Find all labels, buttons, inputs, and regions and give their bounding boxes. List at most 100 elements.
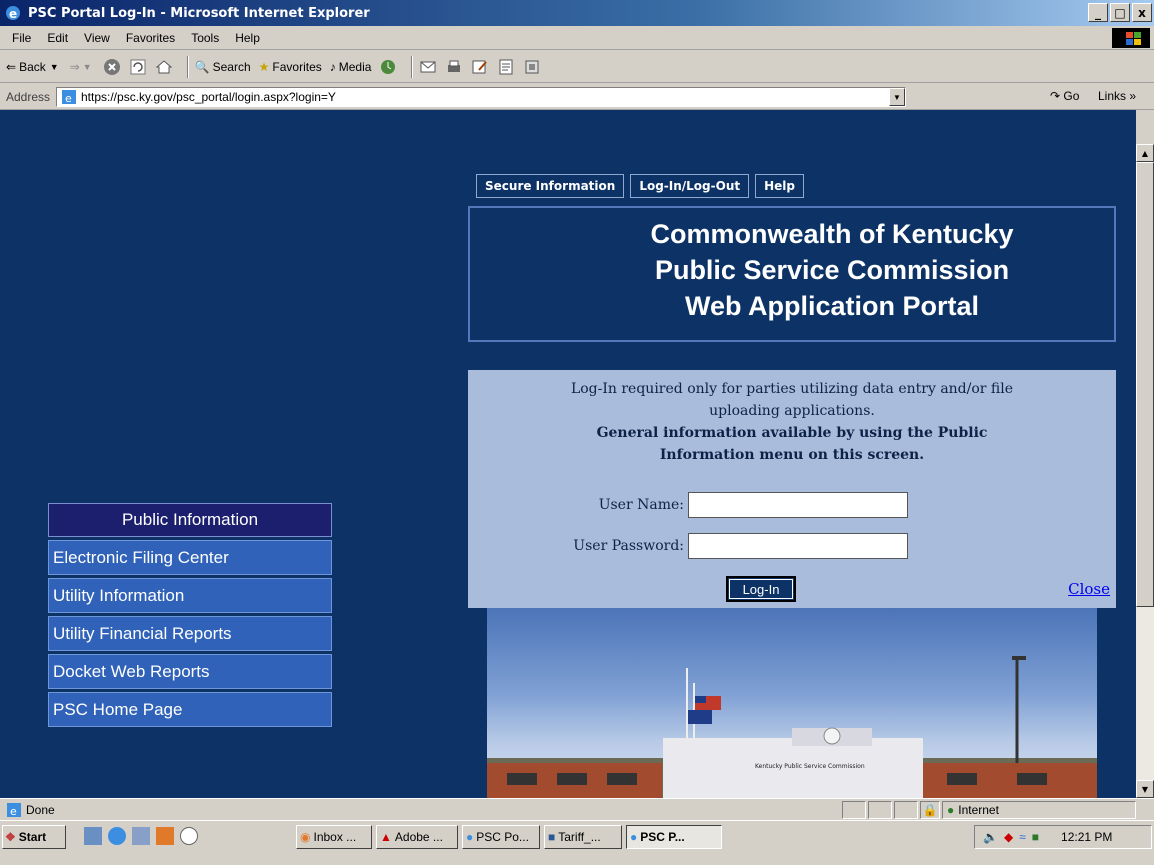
task-psc-active[interactable]: ● PSC P...	[626, 825, 722, 849]
status-text: Done	[26, 802, 55, 817]
login-note-line-2: uploading applications.	[709, 403, 875, 419]
quicklaunch-ie-icon[interactable]	[108, 827, 126, 845]
search-label: Search	[212, 59, 251, 74]
address-input[interactable]: e https://psc.ky.gov/psc_portal/login.as…	[56, 87, 906, 107]
left-nav-psc-home-page[interactable]: PSC Home Page	[48, 692, 332, 727]
discuss-icon[interactable]	[497, 58, 515, 76]
go-button[interactable]: ↷ Go	[1050, 89, 1079, 103]
back-dropdown-icon: ▼	[49, 61, 59, 72]
menu-view[interactable]: View	[76, 31, 118, 45]
network-icon[interactable]: ≈	[1019, 830, 1026, 844]
toolbar-separator	[411, 55, 414, 78]
outlook-icon: ◉	[300, 830, 311, 844]
back-button[interactable]: ⇐ Back ▼	[6, 60, 62, 74]
edit-icon[interactable]	[471, 58, 489, 76]
menu-help[interactable]: Help	[227, 31, 268, 45]
media-label: Media	[338, 59, 372, 74]
security-zone: ● Internet	[942, 801, 1136, 819]
close-window-button[interactable]: x	[1132, 3, 1152, 22]
volume-icon[interactable]: 🔈	[983, 830, 998, 844]
print-icon[interactable]	[445, 58, 463, 76]
login-info-bold: General information available by using t…	[468, 422, 1116, 466]
nav-secure-information[interactable]: Secure Information	[476, 174, 625, 198]
menu-bar: File Edit View Favorites Tools Help	[0, 26, 1154, 50]
favorites-label: Favorites	[272, 59, 322, 74]
address-label: Address	[6, 89, 51, 104]
messenger-icon[interactable]	[523, 58, 541, 76]
taskbar: ❖ Start ◉ Inbox ... ▲ Adobe ... ● PSC Po…	[0, 820, 1154, 865]
left-nav-utility-financial-reports[interactable]: Utility Financial Reports	[48, 616, 332, 651]
address-dropdown-icon[interactable]: ▼	[889, 88, 905, 106]
task-inbox[interactable]: ◉ Inbox ...	[296, 825, 372, 849]
links-button[interactable]: Links »	[1098, 89, 1136, 103]
quicklaunch-outlook-icon[interactable]	[156, 827, 174, 845]
task-psc-active-label: PSC P...	[640, 830, 685, 844]
header-line-1: Commonwealth of Kentucky	[650, 219, 1014, 249]
update-icon[interactable]: ■	[1032, 830, 1039, 844]
nav-login-logout[interactable]: Log-In/Log-Out	[630, 174, 750, 198]
mail-icon[interactable]	[419, 58, 437, 76]
links-label: Links	[1098, 89, 1127, 103]
left-nav-header[interactable]: Public Information	[48, 503, 332, 537]
building-illustration: Kentucky Public Service Commission	[487, 656, 1097, 798]
ie-icon: ●	[630, 830, 638, 844]
header-line-2: Public Service Commission	[654, 255, 1010, 285]
menu-edit[interactable]: Edit	[39, 31, 76, 45]
minimize-button[interactable]: _	[1088, 3, 1108, 22]
task-psc-portal-label: PSC Po...	[476, 830, 529, 844]
login-bold-line-2: Information menu on this screen.	[659, 447, 925, 463]
start-label: Start	[18, 830, 47, 844]
forward-button[interactable]: ⇒ ▼	[70, 60, 95, 74]
quicklaunch-desktop-icon[interactable]	[84, 827, 102, 845]
close-link[interactable]: Close	[1068, 580, 1110, 598]
history-icon[interactable]	[379, 58, 397, 76]
menu-favorites[interactable]: Favorites	[118, 31, 183, 45]
maximize-button[interactable]: □	[1110, 3, 1130, 22]
svg-text:e: e	[10, 805, 17, 818]
scroll-up-icon[interactable]: ▲	[1136, 144, 1154, 162]
clock: 12:21 PM	[1061, 830, 1113, 844]
lock-icon: 🔒	[920, 801, 940, 819]
media-button[interactable]: ♪ Media	[330, 60, 372, 74]
login-bold-line-1: General information available by using t…	[596, 425, 988, 441]
password-input[interactable]	[688, 533, 908, 559]
favorites-star-icon: ★	[258, 59, 270, 74]
favorites-button[interactable]: ★ Favorites	[259, 60, 322, 74]
window-title-bar: e PSC Portal Log-In - Microsoft Internet…	[0, 0, 1154, 26]
portal-header: Commonwealth of Kentucky Public Service …	[468, 206, 1116, 342]
refresh-icon[interactable]	[129, 58, 147, 76]
left-nav-utility-information[interactable]: Utility Information	[48, 578, 332, 613]
menu-tools[interactable]: Tools	[183, 31, 227, 45]
windows-logo-icon	[1112, 28, 1150, 48]
quicklaunch-media-icon[interactable]	[180, 827, 198, 845]
address-bar: Address e https://psc.ky.gov/psc_portal/…	[0, 84, 1154, 110]
stop-icon[interactable]	[103, 58, 121, 76]
back-arrow-icon: ⇐	[6, 59, 17, 74]
login-button[interactable]: Log-In	[726, 576, 796, 602]
task-psc-portal[interactable]: ● PSC Po...	[462, 825, 540, 849]
password-label: User Password:	[573, 538, 684, 554]
task-tariff-label: Tariff_...	[558, 830, 601, 844]
back-label: Back	[19, 59, 46, 74]
quicklaunch-app-icon[interactable]	[132, 827, 150, 845]
links-chevron-icon: »	[1129, 89, 1137, 103]
svg-text:e: e	[65, 92, 72, 105]
scroll-thumb[interactable]	[1136, 162, 1154, 607]
system-tray: 🔈 ◆ ≈ ■ 12:21 PM	[974, 825, 1152, 849]
vertical-scrollbar[interactable]: ▲ ▼	[1136, 144, 1154, 798]
task-adobe[interactable]: ▲ Adobe ...	[376, 825, 458, 849]
adobe-icon: ▲	[380, 830, 392, 844]
start-button[interactable]: ❖ Start	[2, 825, 66, 849]
scroll-down-icon[interactable]: ▼	[1136, 780, 1154, 798]
left-nav-docket-web-reports[interactable]: Docket Web Reports	[48, 654, 332, 689]
ie-logo-icon: e	[6, 6, 20, 21]
search-button[interactable]: 🔍 Search	[195, 60, 251, 74]
menu-file[interactable]: File	[4, 31, 39, 45]
antivirus-icon[interactable]: ◆	[1004, 830, 1013, 844]
nav-help[interactable]: Help	[755, 174, 804, 198]
task-tariff[interactable]: ■ Tariff_...	[544, 825, 622, 849]
left-nav-electronic-filing[interactable]: Electronic Filing Center	[48, 540, 332, 575]
home-icon[interactable]	[155, 58, 173, 76]
login-panel: Log-In required only for parties utilizi…	[468, 370, 1116, 608]
username-input[interactable]	[688, 492, 908, 518]
